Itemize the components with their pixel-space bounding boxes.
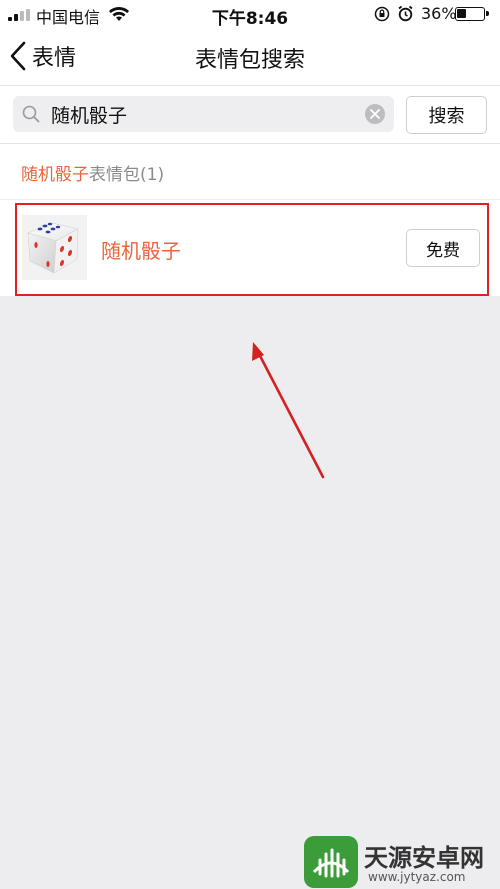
rotation-lock-icon — [374, 6, 390, 22]
status-bar: 中国电信 下午8:46 36% — [0, 0, 500, 29]
results-section-header: 随机骰子表情包(1) — [0, 144, 500, 200]
watermark-text: 天源安卓网 — [364, 844, 484, 872]
search-button[interactable]: 搜索 — [406, 96, 487, 134]
close-icon — [370, 109, 380, 119]
watermark: 天源安卓网 www.jytyaz.com — [304, 836, 494, 888]
alarm-icon — [398, 5, 413, 22]
results-count-label: 表情包(1) — [89, 165, 165, 185]
search-input[interactable] — [51, 99, 361, 129]
search-box — [13, 96, 394, 132]
result-thumbnail — [22, 215, 87, 280]
result-item[interactable]: 随机骰子 免费 — [0, 200, 500, 296]
search-icon — [22, 105, 40, 123]
watermark-url: www.jytyaz.com — [368, 870, 466, 884]
result-name: 随机骰子 — [101, 239, 181, 263]
free-download-button[interactable]: 免费 — [406, 229, 480, 267]
clear-search-button[interactable] — [365, 104, 385, 124]
results-keyword: 随机骰子 — [21, 165, 89, 185]
dice-icon — [27, 222, 79, 274]
battery-icon — [455, 7, 489, 21]
battery-fill — [457, 9, 466, 18]
battery-percent: 36% — [421, 4, 457, 23]
search-row: 搜索 — [0, 86, 500, 144]
nav-bar: 表情 表情包搜索 — [0, 28, 500, 86]
watermark-logo-icon — [304, 836, 358, 888]
page-title: 表情包搜索 — [194, 48, 305, 73]
